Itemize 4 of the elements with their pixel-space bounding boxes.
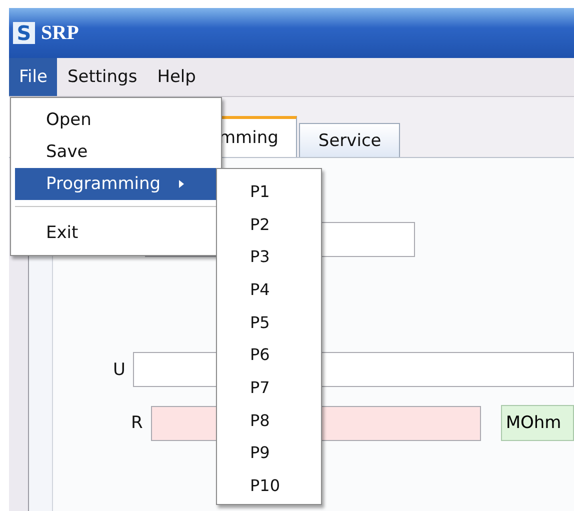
field-label: U [113,360,126,380]
window-title: SRP [41,22,79,44]
app-logo: S [13,22,35,44]
field-label: R [131,413,143,433]
